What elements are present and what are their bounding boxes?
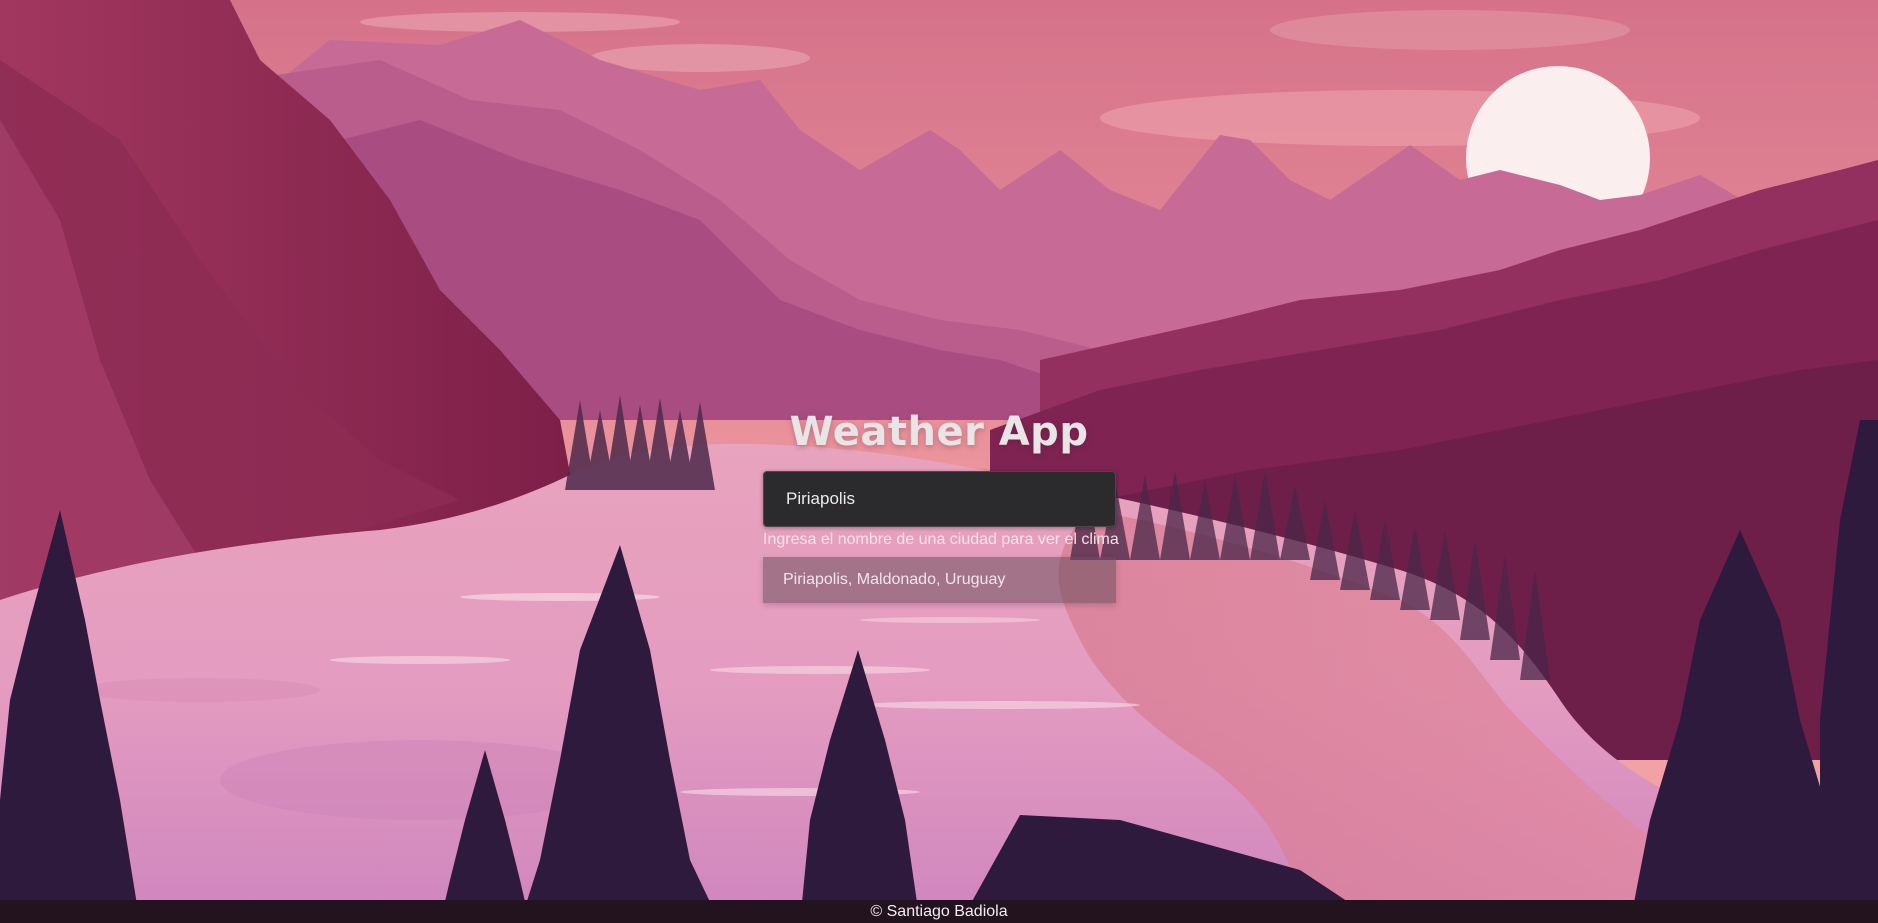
- footer: © Santiago Badiola: [0, 900, 1878, 923]
- page-title: Weather App: [789, 408, 1089, 455]
- main-content: Weather App Ingresa el nombre de una ciu…: [0, 0, 1878, 923]
- suggestion-item[interactable]: Piriapolis, Maldonado, Uruguay: [763, 557, 1116, 603]
- suggestions-dropdown: Piriapolis, Maldonado, Uruguay: [763, 557, 1116, 603]
- helper-text: Ingresa el nombre de una ciudad para ver…: [763, 531, 1119, 548]
- footer-credit: © Santiago Badiola: [870, 903, 1008, 920]
- city-search-input[interactable]: [763, 471, 1116, 527]
- search-group: Ingresa el nombre de una ciudad para ver…: [763, 471, 1119, 549]
